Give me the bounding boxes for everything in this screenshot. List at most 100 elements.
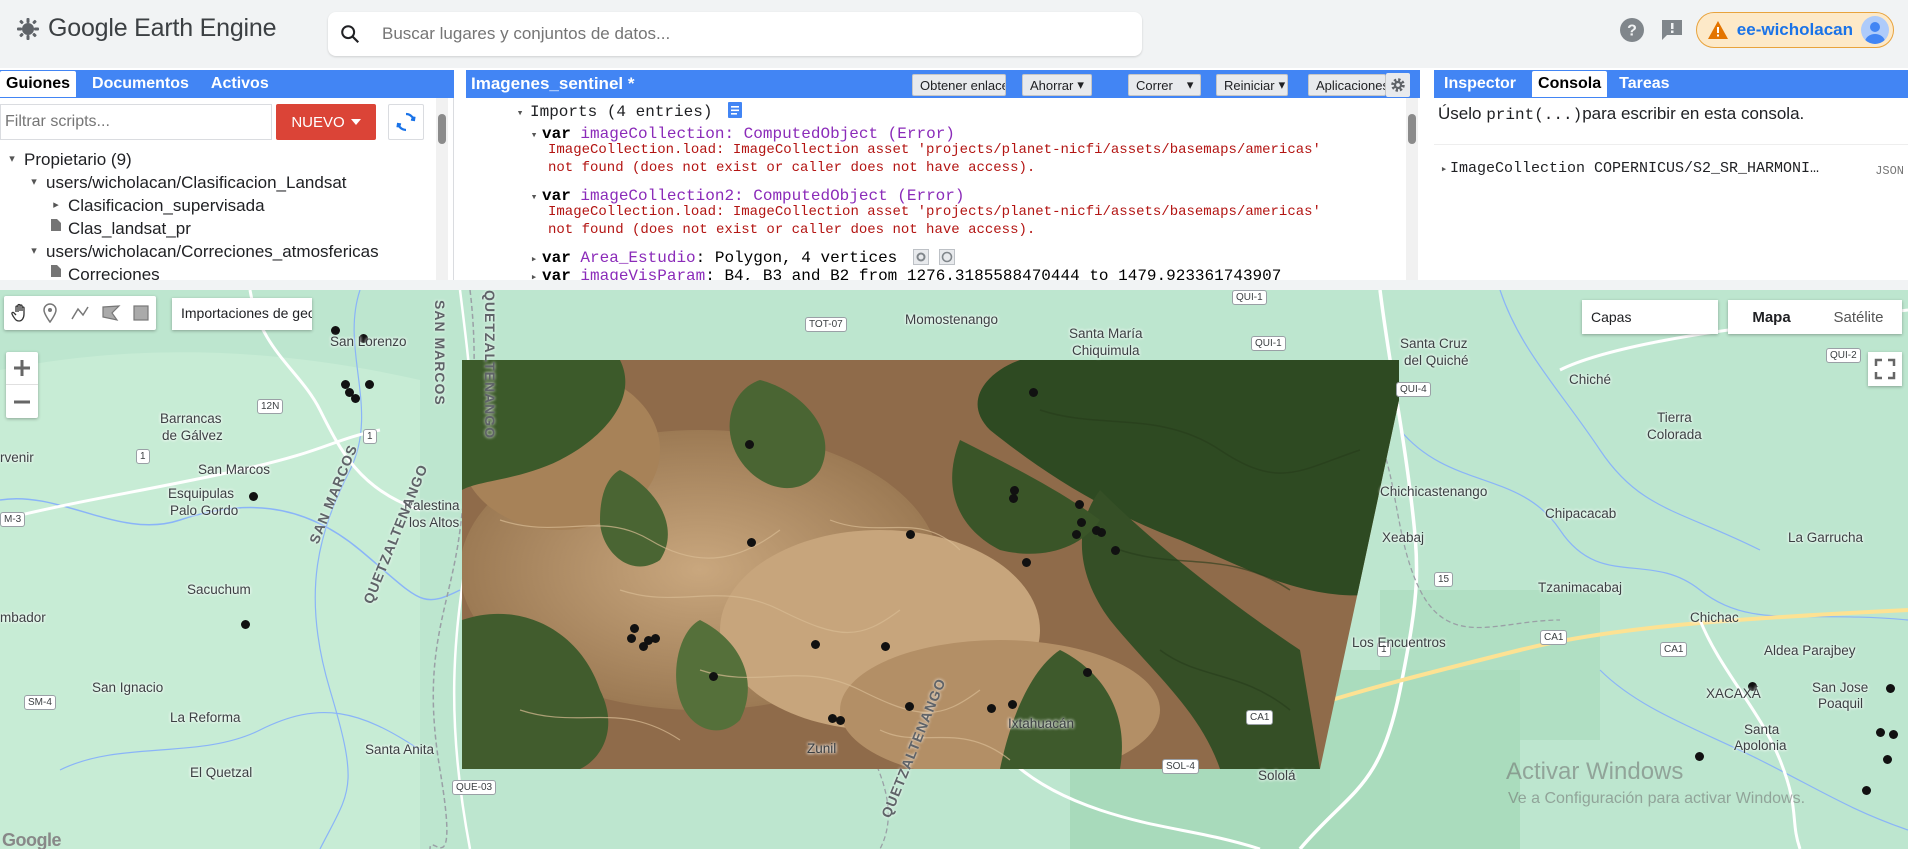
location-point[interactable]: [630, 624, 639, 633]
run-button[interactable]: Correr ▾: [1128, 74, 1202, 96]
file-icon[interactable]: [48, 217, 64, 240]
code-line-import[interactable]: ▸ var Area_Estudio: Polygon, 4 vertices: [526, 249, 955, 267]
polygon-draw-icon[interactable]: [101, 303, 121, 323]
location-point[interactable]: [1883, 755, 1892, 764]
scripts-scrollbar[interactable]: [436, 98, 448, 280]
zoom-out-button[interactable]: [6, 385, 38, 418]
tab-docs[interactable]: Documentos: [86, 71, 195, 97]
location-point[interactable]: [987, 704, 996, 713]
location-point[interactable]: [365, 380, 374, 389]
location-point[interactable]: [241, 620, 250, 629]
location-point[interactable]: [1889, 730, 1898, 739]
location-point[interactable]: [1111, 546, 1120, 555]
zoom-in-button[interactable]: [6, 352, 38, 385]
fullscreen-button[interactable]: [1868, 352, 1902, 386]
layers-button[interactable]: Capas: [1582, 300, 1718, 334]
map-view[interactable]: QUI-1 TOT-07 QUI-1 QUI-4 QUI-2 12N 1 1 M-3 15 1 CA1…: [0, 290, 1908, 849]
var-desc: : Polygon, 4 vertices: [695, 249, 898, 267]
location-point[interactable]: [1083, 668, 1092, 677]
map-type-satellite[interactable]: Satélite: [1815, 300, 1902, 334]
refresh-button[interactable]: [388, 104, 424, 140]
json-button[interactable]: JSON: [1875, 164, 1904, 178]
geometry-settings-icon[interactable]: [912, 249, 929, 265]
location-point[interactable]: [905, 702, 914, 711]
imports-header[interactable]: ▾ Imports (4 entries): [510, 102, 743, 121]
imports-doc-icon[interactable]: [728, 102, 743, 118]
get-link-button[interactable]: Obtener enlace▾: [912, 74, 1006, 96]
collapse-triangle-icon[interactable]: ▾: [526, 128, 542, 142]
hand-pan-icon[interactable]: [10, 303, 30, 323]
tree-item[interactable]: ▾ Propietario (9): [0, 148, 440, 171]
expand-triangle-icon[interactable]: ▸: [48, 194, 64, 217]
app-logo[interactable]: Google Earth Engine: [16, 14, 277, 43]
tab-tasks[interactable]: Tareas: [1613, 71, 1675, 97]
reset-button[interactable]: Reiniciar ▾: [1216, 74, 1288, 96]
collapse-triangle-icon[interactable]: ▾: [26, 240, 42, 263]
location-point[interactable]: [906, 530, 915, 539]
code-line-import[interactable]: ▾ var imageCollection2: ComputedObject (E…: [526, 187, 965, 205]
location-point[interactable]: [1008, 700, 1017, 709]
location-point[interactable]: [1886, 684, 1895, 693]
location-point[interactable]: [1077, 518, 1086, 527]
location-point[interactable]: [1876, 728, 1885, 737]
code-editor[interactable]: ▾ Imports (4 entries) ▾ var imageCollectio…: [466, 98, 1420, 280]
location-point[interactable]: [1075, 500, 1084, 509]
marker-icon[interactable]: [41, 303, 59, 323]
account-button[interactable]: ee-wicholacan: [1695, 12, 1894, 48]
scrollbar-thumb[interactable]: [438, 114, 446, 144]
geometry-delete-icon[interactable]: [938, 249, 955, 265]
location-point[interactable]: [1022, 558, 1031, 567]
tab-inspector[interactable]: Inspector: [1438, 71, 1522, 97]
search-input[interactable]: [372, 24, 1112, 44]
feedback-icon[interactable]: [1656, 14, 1688, 46]
collapse-triangle-icon[interactable]: ▾: [4, 148, 20, 171]
rectangle-draw-icon[interactable]: [132, 304, 150, 322]
expand-triangle-icon[interactable]: ▸: [526, 270, 542, 280]
location-point[interactable]: [1092, 526, 1101, 535]
line-draw-icon[interactable]: [70, 303, 90, 323]
filter-scripts-input[interactable]: [0, 104, 272, 140]
location-point[interactable]: [836, 716, 845, 725]
collapse-triangle-icon[interactable]: ▾: [526, 190, 542, 204]
tab-scripts[interactable]: Guiones: [0, 71, 77, 97]
avatar[interactable]: [1861, 16, 1889, 44]
location-point[interactable]: [249, 492, 258, 501]
location-point[interactable]: [1072, 530, 1081, 539]
location-point[interactable]: [651, 634, 660, 643]
save-button[interactable]: Ahorrar ▾: [1022, 74, 1092, 96]
tab-console[interactable]: Consola: [1532, 71, 1608, 97]
location-point[interactable]: [639, 642, 648, 651]
code-line-import[interactable]: ▾ var imageCollection: ComputedObject (Er…: [526, 125, 955, 143]
location-point[interactable]: [747, 538, 756, 547]
map-type-map[interactable]: Mapa: [1728, 300, 1815, 334]
location-point[interactable]: [881, 642, 890, 651]
editor-scrollbar[interactable]: [1406, 98, 1418, 280]
new-button[interactable]: NUEVO: [276, 104, 376, 140]
location-point[interactable]: [745, 440, 754, 449]
tree-item[interactable]: Clas_landsat_pr: [0, 217, 440, 240]
search-box[interactable]: [328, 12, 1142, 56]
help-icon[interactable]: ?: [1616, 14, 1648, 46]
tree-item[interactable]: ▸ Clasificacion_supervisada: [0, 194, 440, 217]
collapse-triangle-icon[interactable]: ▾: [510, 106, 530, 120]
location-point[interactable]: [627, 634, 636, 643]
location-point[interactable]: [345, 388, 354, 397]
geometry-imports-box[interactable]: Importaciones de geometría: [172, 298, 312, 330]
apps-button[interactable]: Aplicaciones: [1308, 74, 1386, 96]
scrollbar-thumb[interactable]: [1408, 114, 1416, 144]
tree-item[interactable]: ▾ users/wicholacan/Clasificacion_Landsat: [0, 171, 440, 194]
location-point[interactable]: [1029, 388, 1038, 397]
location-point[interactable]: [1862, 786, 1871, 795]
location-point[interactable]: [811, 640, 820, 649]
console-entry[interactable]: ▸ ImageCollection COPERNICUS/S2_SR_HARMON…: [1438, 160, 1819, 177]
location-point[interactable]: [1009, 494, 1018, 503]
code-line-import[interactable]: ▸ var imageVisParam: B4, B3 and B2 from 1…: [526, 267, 1282, 280]
settings-button[interactable]: [1386, 73, 1410, 97]
panel-resize-bar[interactable]: [0, 280, 1908, 290]
expand-triangle-icon[interactable]: ▸: [1438, 162, 1450, 176]
location-point[interactable]: [709, 672, 718, 681]
tree-item[interactable]: ▾ users/wicholacan/Correciones_atmosferic…: [0, 240, 440, 263]
tab-assets[interactable]: Activos: [205, 71, 275, 97]
collapse-triangle-icon[interactable]: ▾: [26, 171, 42, 194]
expand-triangle-icon[interactable]: ▸: [526, 252, 542, 266]
